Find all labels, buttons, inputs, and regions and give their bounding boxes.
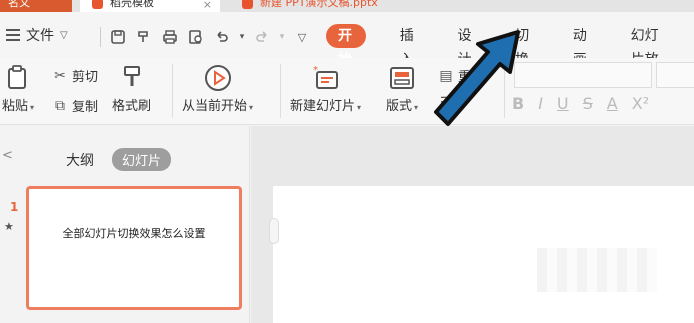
file-menu-label: 文件 xyxy=(26,28,54,44)
cut-button[interactable]: ✂ 剪切 xyxy=(52,66,99,86)
new-slide-label: 新建幻灯片 xyxy=(290,99,356,114)
redo-dropdown-icon[interactable]: ▾ xyxy=(275,26,289,48)
chevron-down-icon: ▽ xyxy=(60,29,68,41)
tab-animation[interactable]: 动画 xyxy=(563,24,599,68)
close-icon[interactable]: × xyxy=(203,0,212,12)
slides-panel: < 大纲 幻灯片 1 ★ 全部幻灯片切换效果怎么设置 xyxy=(0,126,250,323)
format-painter-button[interactable]: 格式刷 xyxy=(112,64,151,114)
copy-icon: ⧉ xyxy=(55,97,65,114)
resize-handle[interactable] xyxy=(269,218,279,244)
cut-label: 剪切 xyxy=(72,70,99,85)
svg-text:*: * xyxy=(313,65,318,76)
undo-dropdown-icon[interactable]: ▾ xyxy=(235,26,249,48)
layout-dropdown-icon[interactable]: ▾ xyxy=(414,103,418,112)
hamburger-icon xyxy=(6,29,20,41)
copy-button[interactable]: ⧉ 复制 xyxy=(52,96,99,116)
paste-icon xyxy=(8,65,27,89)
paste-dropdown-icon[interactable]: ▾ xyxy=(30,103,34,112)
format-painter-quick-icon[interactable] xyxy=(131,26,157,48)
play-dropdown-icon[interactable]: ▾ xyxy=(249,103,253,112)
new-slide-button[interactable]: * 新建幻灯片 ▾ xyxy=(290,64,361,114)
paste-label: 粘贴 xyxy=(2,99,29,114)
blurred-region xyxy=(537,248,657,292)
separator xyxy=(100,27,101,47)
separator xyxy=(172,64,173,118)
file-menu[interactable]: 文件 ▽ xyxy=(6,25,68,45)
tab-start[interactable]: 开始 xyxy=(326,24,366,68)
tab-outline[interactable]: 大纲 xyxy=(66,150,94,170)
separator xyxy=(280,64,281,118)
print-preview-icon[interactable] xyxy=(183,26,209,48)
tab-home-label: 名文 xyxy=(8,0,30,9)
save-icon[interactable] xyxy=(105,26,131,48)
customize-dropdown-icon[interactable]: ▽ xyxy=(289,26,315,48)
new-slide-icon: * xyxy=(313,65,338,89)
document-tab-strip: 名文 稻壳模板 × 新建 PPT演示文稿.pptx xyxy=(0,0,694,12)
play-icon xyxy=(204,65,231,91)
slide-thumbnail-title: 全部幻灯片切换效果怎么设置 xyxy=(62,227,206,240)
redo-icon[interactable] xyxy=(249,26,275,48)
scissors-icon: ✂ xyxy=(54,67,66,84)
print-icon[interactable] xyxy=(157,26,183,48)
format-painter-icon xyxy=(123,66,140,86)
strikethrough-button[interactable]: S xyxy=(583,94,593,113)
superscript-button[interactable]: X² xyxy=(632,94,649,113)
play-from-current-label: 从当前开始 xyxy=(182,99,248,114)
undo-icon[interactable] xyxy=(209,26,235,48)
docer-icon xyxy=(92,0,103,9)
tab-document[interactable]: 新建 PPT演示文稿.pptx xyxy=(236,0,456,12)
ribbon-toolbar: 粘贴 ▾ ✂ 剪切 ⧉ 复制 格式刷 从当前开始 ▾ * 新建幻灯片 ▾ 版式 ▾ ▤ … xyxy=(0,58,694,125)
tab-slides[interactable]: 幻灯片 xyxy=(112,148,172,171)
tab-slideshow[interactable]: 幻灯片放 xyxy=(621,24,672,68)
layout-button[interactable]: 版式 ▾ xyxy=(386,64,418,114)
format-painter-label: 格式刷 xyxy=(112,99,152,114)
tab-insert[interactable]: 插入 xyxy=(390,24,426,68)
copy-label: 复制 xyxy=(72,100,99,115)
tab-docer-label: 稻壳模板 xyxy=(110,0,154,9)
slide-number: 1 xyxy=(10,200,19,214)
paste-button[interactable]: 粘贴 ▾ xyxy=(2,64,34,114)
quick-access-toolbar: ▾ ▾ ▽ xyxy=(96,26,315,48)
tab-document-label: 新建 PPT演示文稿.pptx xyxy=(260,0,378,9)
collapse-panel-icon[interactable]: < xyxy=(2,148,13,163)
layout-label: 版式 xyxy=(386,99,413,114)
tab-docer[interactable]: 稻壳模板 × xyxy=(80,0,220,12)
pointer-arrow-icon xyxy=(434,30,520,126)
layout-icon xyxy=(390,67,415,89)
font-color-button[interactable]: A xyxy=(607,94,618,113)
tab-home[interactable]: 名文 xyxy=(0,0,72,12)
slide-transition-star-icon: ★ xyxy=(4,220,14,233)
slide-editing-area xyxy=(251,126,694,323)
font-size-input[interactable] xyxy=(656,62,694,88)
slide-thumbnail[interactable]: 全部幻灯片切换效果怎么设置 xyxy=(26,186,242,310)
new-slide-dropdown-icon[interactable]: ▾ xyxy=(357,103,361,112)
ppt-file-icon xyxy=(242,0,253,9)
underline-button[interactable]: U xyxy=(557,94,569,113)
play-from-current-button[interactable]: 从当前开始 ▾ xyxy=(182,64,253,114)
menu-row: 文件 ▽ ▾ ▾ ▽ 开始 插入 设计 切换 动画 幻灯片放 xyxy=(0,12,694,68)
